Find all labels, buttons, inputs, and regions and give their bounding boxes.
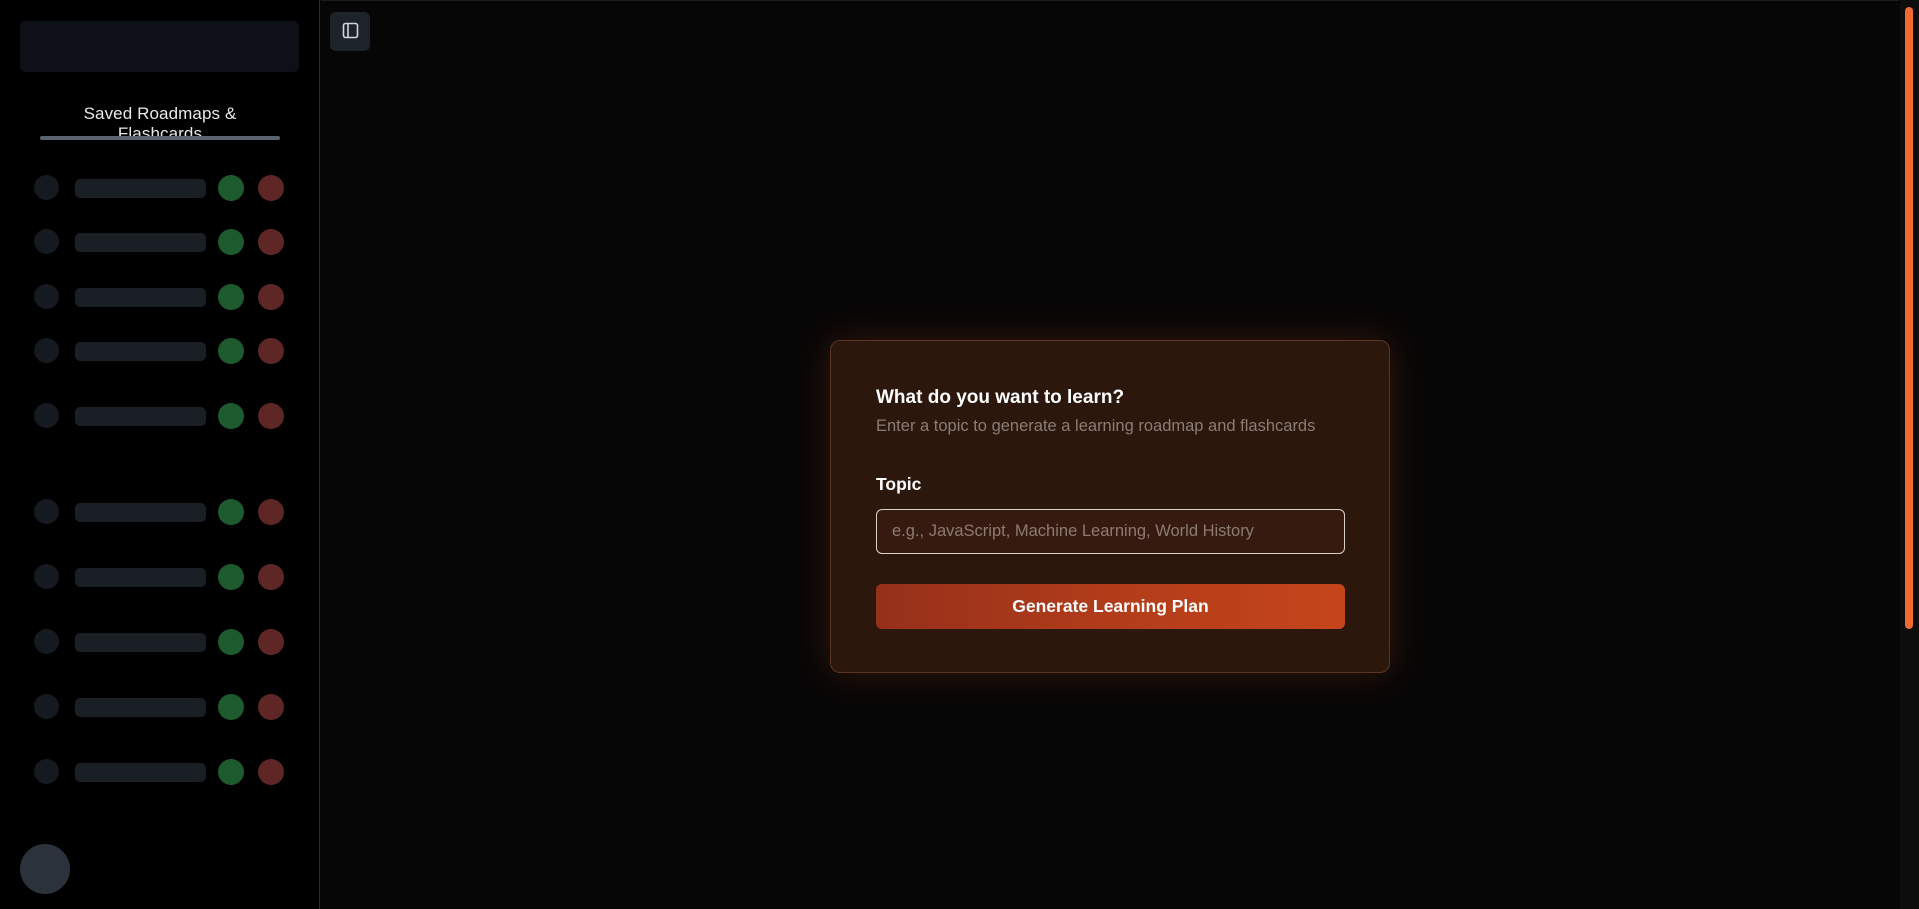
saved-item[interactable] bbox=[0, 757, 320, 787]
item-title-placeholder bbox=[75, 698, 206, 717]
item-title-placeholder bbox=[75, 342, 206, 361]
item-icon-placeholder bbox=[34, 229, 59, 254]
open-item-button[interactable] bbox=[218, 284, 244, 310]
delete-item-button[interactable] bbox=[258, 694, 284, 720]
delete-item-button[interactable] bbox=[258, 499, 284, 525]
saved-item[interactable] bbox=[0, 562, 320, 592]
item-title-placeholder bbox=[75, 233, 206, 252]
item-icon-placeholder bbox=[34, 499, 59, 524]
saved-item[interactable] bbox=[0, 401, 320, 431]
item-title-placeholder bbox=[75, 763, 206, 782]
delete-item-button[interactable] bbox=[258, 564, 284, 590]
item-title-placeholder bbox=[75, 288, 206, 307]
user-avatar[interactable] bbox=[20, 844, 70, 894]
saved-item[interactable] bbox=[0, 227, 320, 257]
item-title-placeholder bbox=[75, 633, 206, 652]
item-icon-placeholder bbox=[34, 175, 59, 200]
open-item-button[interactable] bbox=[218, 229, 244, 255]
item-icon-placeholder bbox=[34, 629, 59, 654]
item-icon-placeholder bbox=[34, 403, 59, 428]
generate-learning-plan-button[interactable]: Generate Learning Plan bbox=[876, 584, 1345, 629]
saved-item[interactable] bbox=[0, 282, 320, 312]
item-icon-placeholder bbox=[34, 694, 59, 719]
saved-item[interactable] bbox=[0, 692, 320, 722]
item-title-placeholder bbox=[75, 568, 206, 587]
open-item-button[interactable] bbox=[218, 629, 244, 655]
delete-item-button[interactable] bbox=[258, 629, 284, 655]
item-icon-placeholder bbox=[34, 759, 59, 784]
sidebar-header-placeholder[interactable] bbox=[20, 21, 299, 72]
item-title-placeholder bbox=[75, 503, 206, 522]
sidebar: Saved Roadmaps & Flashcards bbox=[0, 0, 320, 909]
open-item-button[interactable] bbox=[218, 175, 244, 201]
delete-item-button[interactable] bbox=[258, 338, 284, 364]
topic-label: Topic bbox=[876, 474, 922, 494]
open-item-button[interactable] bbox=[218, 694, 244, 720]
item-title-placeholder bbox=[75, 407, 206, 426]
saved-item[interactable] bbox=[0, 627, 320, 657]
card-title: What do you want to learn? bbox=[876, 387, 1125, 408]
scrollbar-thumb[interactable] bbox=[1905, 7, 1913, 629]
item-icon-placeholder bbox=[34, 338, 59, 363]
delete-item-button[interactable] bbox=[258, 175, 284, 201]
delete-item-button[interactable] bbox=[258, 284, 284, 310]
item-icon-placeholder bbox=[34, 284, 59, 309]
saved-item[interactable] bbox=[0, 336, 320, 366]
app-root: Saved Roadmaps & Flashcards What do you … bbox=[0, 0, 1919, 909]
saved-item[interactable] bbox=[0, 173, 320, 203]
open-item-button[interactable] bbox=[218, 759, 244, 785]
sidebar-toggle-button[interactable] bbox=[330, 12, 370, 51]
delete-item-button[interactable] bbox=[258, 229, 284, 255]
open-item-button[interactable] bbox=[218, 564, 244, 590]
saved-item[interactable] bbox=[0, 497, 320, 527]
sidebar-toggle-icon bbox=[342, 22, 359, 42]
delete-item-button[interactable] bbox=[258, 403, 284, 429]
open-item-button[interactable] bbox=[218, 499, 244, 525]
item-title-placeholder bbox=[75, 179, 206, 198]
open-item-button[interactable] bbox=[218, 403, 244, 429]
card-subtitle: Enter a topic to generate a learning roa… bbox=[876, 417, 1316, 435]
item-icon-placeholder bbox=[34, 564, 59, 589]
delete-item-button[interactable] bbox=[258, 759, 284, 785]
open-item-button[interactable] bbox=[218, 338, 244, 364]
topic-input[interactable] bbox=[876, 509, 1345, 554]
learn-topic-card: What do you want to learn? Enter a topic… bbox=[830, 340, 1390, 673]
sidebar-heading-underline bbox=[40, 136, 280, 140]
